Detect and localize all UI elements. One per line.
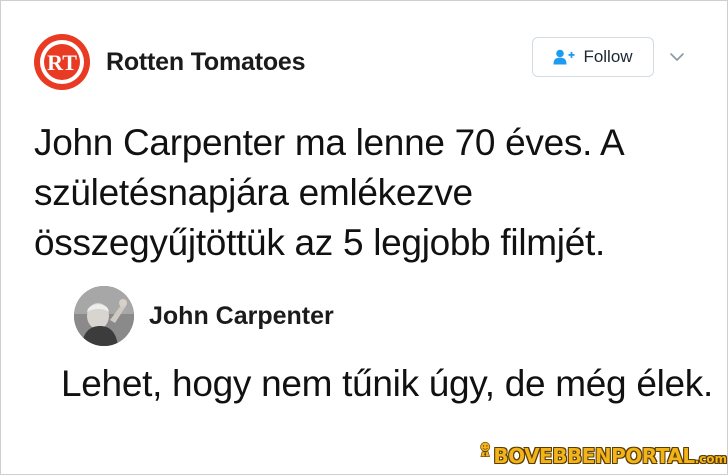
chevron-down-icon[interactable] — [667, 47, 687, 67]
mascot-icon — [480, 441, 491, 458]
tweet-text: John Carpenter ma lenne 70 éves. A szüle… — [34, 122, 623, 263]
follow-button[interactable]: Follow — [532, 37, 654, 77]
add-user-icon — [553, 49, 575, 65]
watermark: BOVEBBENPORTAL.com — [479, 424, 727, 474]
tweet-card: RT Rotten Tomatoes Follow John Carpenter… — [0, 0, 728, 475]
reply-author: John Carpenter — [74, 286, 334, 346]
tweet-header: RT Rotten Tomatoes — [34, 33, 306, 91]
avatar-photo — [74, 286, 134, 346]
watermark-main: BOVEBBENPORTAL — [493, 444, 695, 468]
rt-logo-icon: RT — [40, 40, 84, 84]
watermark-text: BOVEBBENPORTAL.com — [493, 444, 727, 468]
reply-author-name[interactable]: John Carpenter — [149, 302, 334, 331]
account-name[interactable]: Rotten Tomatoes — [106, 48, 306, 77]
follow-label: Follow — [583, 47, 633, 66]
reply-text: Lehet, hogy nem tűnik úgy, de még élek. — [61, 363, 713, 404]
watermark-suffix: .com — [694, 452, 727, 466]
rotten-tomatoes-logo[interactable]: RT — [34, 34, 90, 90]
avatar[interactable] — [74, 286, 134, 346]
logo-text: RT — [47, 50, 77, 75]
